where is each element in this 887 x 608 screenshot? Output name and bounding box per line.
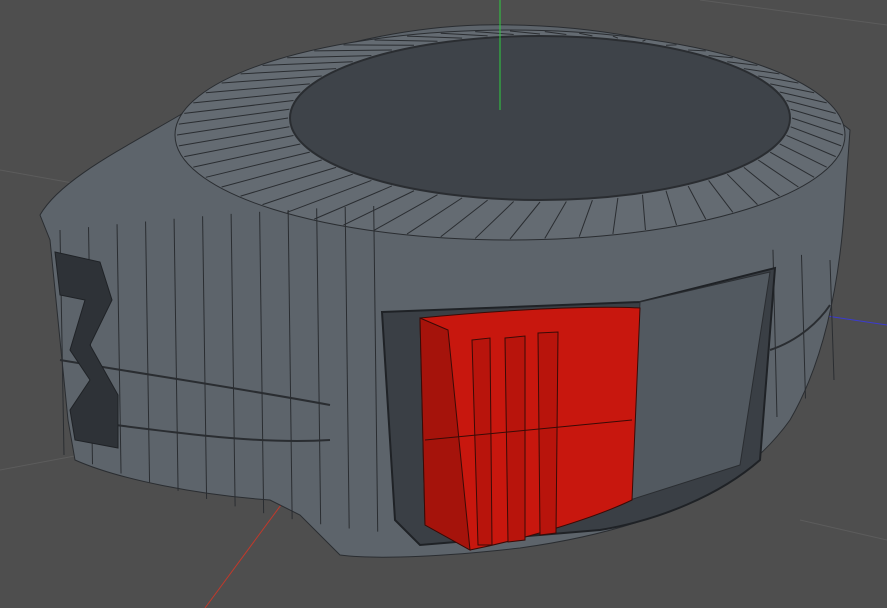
grid-line [799,519,887,541]
ridge [537,331,559,536]
z-axis-line [819,314,887,326]
grid-line [0,454,81,471]
top-cap [289,35,791,201]
ridge [504,335,526,543]
3d-viewport[interactable] [0,0,887,608]
block-ridges [471,331,559,546]
grid-line [699,0,887,26]
viewport-canvas[interactable] [0,0,887,608]
